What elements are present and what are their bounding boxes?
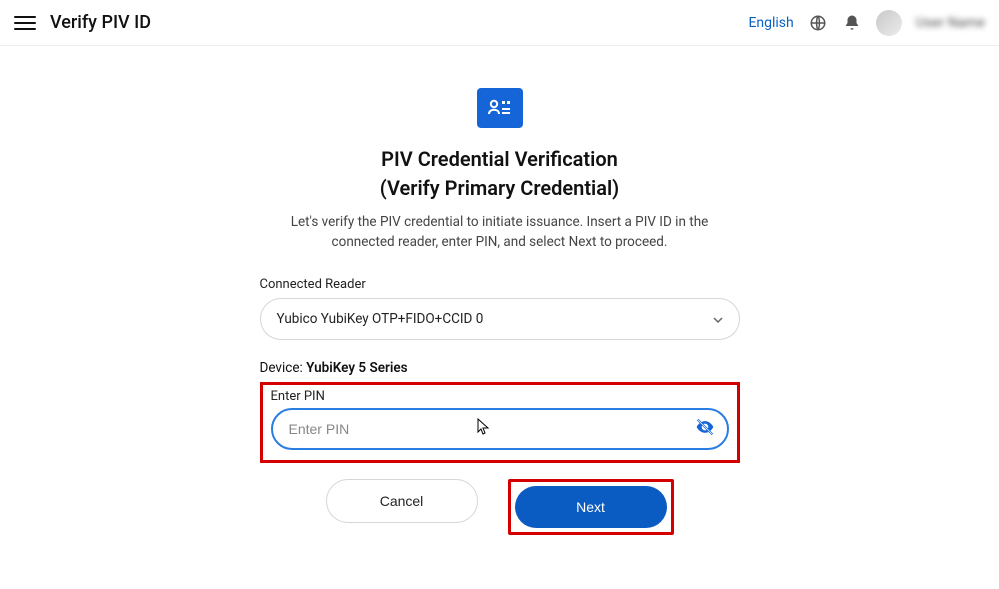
language-selector[interactable]: English [748, 15, 793, 31]
avatar[interactable] [876, 10, 902, 36]
top-bar: Verify PIV ID English User Name [0, 0, 999, 46]
button-row: Cancel Next [260, 479, 740, 535]
main-heading: PIV Credential Verification [220, 146, 780, 173]
sub-heading: (Verify Primary Credential) [220, 175, 780, 202]
globe-icon[interactable] [808, 13, 828, 33]
top-bar-left: Verify PIV ID [14, 12, 151, 34]
eye-off-icon[interactable] [695, 417, 715, 441]
menu-icon[interactable] [14, 12, 36, 34]
top-bar-right: English User Name [748, 10, 985, 36]
pin-input-wrap [271, 408, 729, 450]
next-highlight-box: Next [508, 479, 674, 535]
device-line: Device: YubiKey 5 Series [260, 360, 740, 376]
connected-reader-select[interactable]: Yubico YubiKey OTP+FIDO+CCID 0 [260, 298, 740, 340]
id-card-icon [477, 88, 523, 128]
pin-input[interactable] [271, 408, 729, 450]
page-title: Verify PIV ID [50, 12, 151, 33]
pin-highlight-box: Enter PIN [260, 382, 740, 463]
reader-selected-value: Yubico YubiKey OTP+FIDO+CCID 0 [277, 311, 484, 327]
user-name: User Name [916, 15, 985, 31]
device-value: YubiKey 5 Series [306, 360, 407, 376]
reader-label: Connected Reader [260, 277, 740, 292]
device-label: Device: [260, 360, 303, 376]
bell-icon[interactable] [842, 13, 862, 33]
chevron-down-icon [713, 311, 723, 327]
form-area: Connected Reader Yubico YubiKey OTP+FIDO… [260, 277, 740, 463]
next-button[interactable]: Next [515, 486, 667, 528]
instructions-text: Let's verify the PIV credential to initi… [280, 212, 720, 253]
content-card: PIV Credential Verification (Verify Prim… [12, 60, 987, 575]
pin-label: Enter PIN [271, 389, 729, 404]
cancel-button[interactable]: Cancel [326, 479, 478, 523]
